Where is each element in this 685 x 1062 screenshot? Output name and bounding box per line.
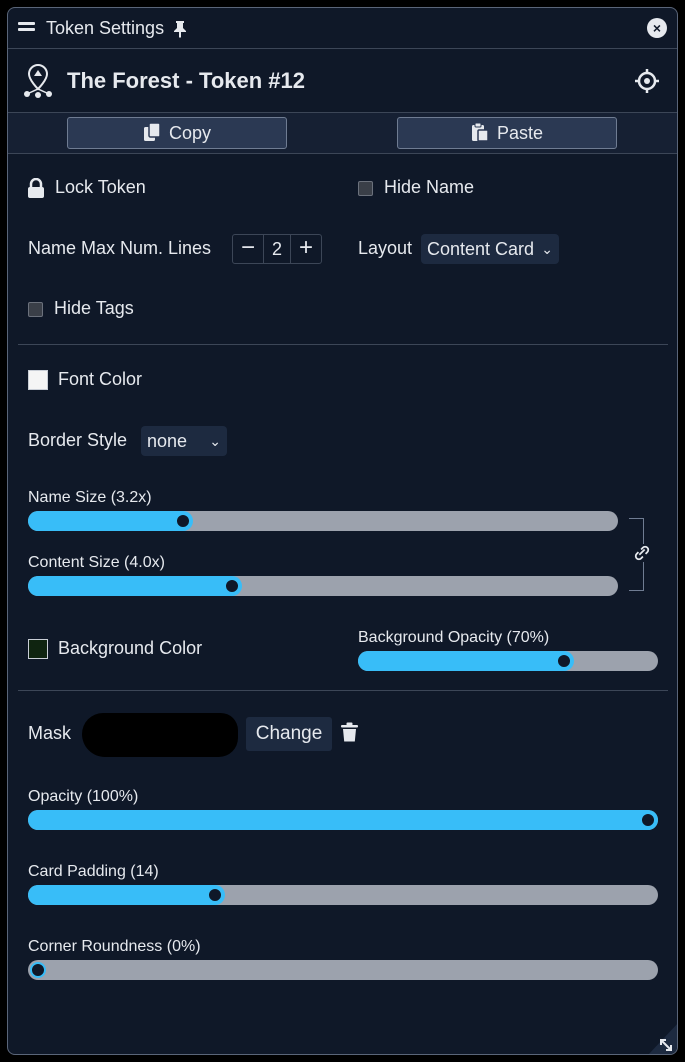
- background-opacity-slider[interactable]: [358, 651, 658, 671]
- section-divider: [18, 690, 668, 691]
- copy-label: Copy: [168, 123, 212, 143]
- background-color-label: Background Color: [58, 638, 203, 658]
- font-color-label: Font Color: [58, 369, 143, 389]
- content-size-label: Content Size (4.0x): [28, 554, 165, 571]
- decrement-button[interactable]: −: [233, 235, 263, 263]
- name-max-lines-label: Name Max Num. Lines: [28, 238, 212, 258]
- name-max-lines-value[interactable]: 2: [263, 235, 291, 263]
- locate-target-icon[interactable]: [635, 69, 659, 93]
- lock-icon[interactable]: [27, 178, 45, 198]
- card-padding-label: Card Padding (14): [28, 863, 159, 880]
- slider-thumb[interactable]: [30, 962, 46, 978]
- content-size-slider[interactable]: [28, 576, 618, 596]
- slider-thumb[interactable]: [556, 653, 572, 669]
- mask-label: Mask: [28, 723, 72, 743]
- window-title: Token Settings: [46, 18, 165, 38]
- layout-select[interactable]: Content Card ⌄: [421, 234, 559, 264]
- name-size-label: Name Size (3.2x): [28, 489, 152, 506]
- border-style-value: none: [147, 431, 188, 451]
- chevron-down-icon: ⌄: [209, 433, 221, 449]
- hide-name-checkbox[interactable]: [358, 181, 373, 196]
- token-header: The Forest - Token #12: [8, 49, 677, 112]
- trash-icon[interactable]: [341, 722, 358, 742]
- token-icon: [24, 63, 52, 98]
- slider-thumb[interactable]: [223, 578, 240, 594]
- lock-token-label: Lock Token: [55, 177, 146, 197]
- menu-icon[interactable]: [18, 22, 35, 34]
- slider-fill: [28, 810, 658, 830]
- close-button[interactable]: ×: [647, 18, 667, 38]
- pin-icon[interactable]: [173, 20, 187, 38]
- copy-icon: [143, 122, 161, 141]
- slider-thumb[interactable]: [206, 887, 223, 903]
- background-color-swatch[interactable]: [28, 639, 48, 659]
- background-opacity-label: Background Opacity (70%): [358, 629, 550, 646]
- change-mask-button[interactable]: Change: [246, 717, 332, 751]
- token-settings-window: Token Settings × The Forest - Token #12 …: [7, 7, 678, 1055]
- opacity-label: Opacity (100%): [28, 788, 139, 805]
- paste-button[interactable]: Paste: [397, 117, 617, 149]
- corner-roundness-label: Corner Roundness (0%): [28, 938, 201, 955]
- name-max-lines-stepper: − 2 +: [232, 234, 322, 264]
- font-color-swatch[interactable]: [28, 370, 48, 390]
- hide-tags-label: Hide Tags: [54, 298, 134, 318]
- resize-handle-icon[interactable]: [648, 1023, 678, 1055]
- border-style-select[interactable]: none ⌄: [141, 426, 227, 456]
- corner-roundness-slider[interactable]: [28, 960, 658, 980]
- chevron-down-icon: ⌄: [541, 241, 553, 257]
- slider-fill: [28, 511, 194, 531]
- slider-fill: [28, 576, 242, 596]
- card-padding-slider[interactable]: [28, 885, 658, 905]
- slider-fill: [358, 651, 574, 671]
- section-divider: [18, 344, 668, 345]
- opacity-slider[interactable]: [28, 810, 658, 830]
- layout-select-value: Content Card: [427, 239, 535, 259]
- titlebar: Token Settings ×: [8, 8, 677, 49]
- name-size-slider[interactable]: [28, 511, 618, 531]
- slider-fill: [28, 885, 225, 905]
- token-title: The Forest - Token #12: [67, 68, 305, 93]
- link-icon[interactable]: [632, 544, 652, 562]
- clipboard-bar: Copy Paste: [8, 112, 677, 154]
- paste-icon: [471, 122, 489, 142]
- hide-name-label: Hide Name: [384, 177, 475, 197]
- layout-label: Layout: [358, 238, 413, 258]
- copy-button[interactable]: Copy: [67, 117, 287, 149]
- increment-button[interactable]: +: [291, 235, 321, 263]
- border-style-label: Border Style: [28, 430, 128, 450]
- hide-tags-checkbox[interactable]: [28, 302, 43, 317]
- paste-label: Paste: [496, 123, 544, 143]
- slider-thumb[interactable]: [640, 812, 656, 828]
- mask-preview: [82, 713, 238, 757]
